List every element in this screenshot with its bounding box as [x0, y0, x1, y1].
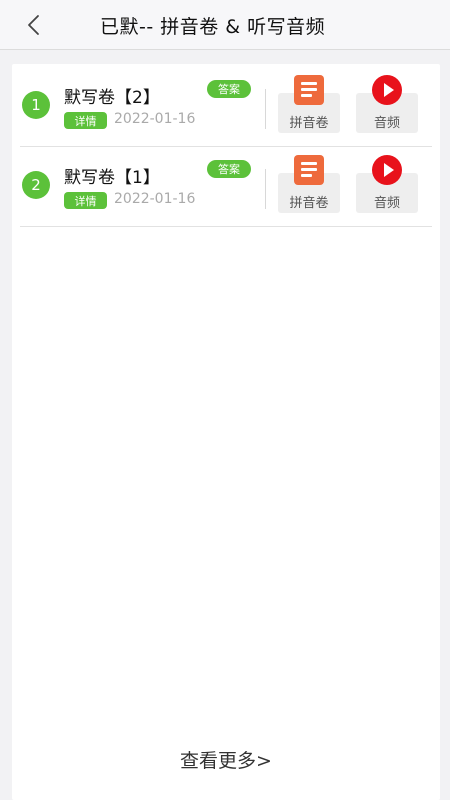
play-icon: [372, 155, 402, 185]
document-icon: [294, 75, 324, 105]
back-button[interactable]: [18, 10, 48, 40]
page-title: 已默-- 拼音卷 & 听写音频: [100, 16, 326, 38]
list-item[interactable]: 2 默写卷【1】 答案 详情 2022-01-16 拼音卷 音频: [20, 147, 432, 227]
pinyin-paper-label: 拼音卷: [289, 196, 329, 211]
answer-badge[interactable]: 答案: [207, 160, 251, 178]
item-date: 2022-01-16: [114, 191, 196, 207]
item-title[interactable]: 默写卷【1】: [64, 163, 160, 188]
play-icon: [372, 75, 402, 105]
top-bar: 已默-- 拼音卷 & 听写音频: [0, 0, 450, 50]
list-item[interactable]: 1 默写卷【2】 答案 详情 2022-01-16 拼音卷 音频: [20, 67, 432, 147]
detail-badge[interactable]: 详情: [64, 192, 107, 209]
view-more-link[interactable]: 查看更多>: [12, 746, 440, 773]
document-icon: [294, 155, 324, 185]
audio-label: 音频: [373, 196, 400, 211]
pinyin-paper-label: 拼音卷: [289, 116, 329, 131]
divider: [265, 89, 266, 129]
item-title[interactable]: 默写卷【2】: [64, 83, 160, 108]
pinyin-paper-button[interactable]: 拼音卷: [278, 155, 340, 213]
chevron-left-icon: [28, 15, 39, 35]
item-number: 1: [22, 91, 50, 119]
detail-badge[interactable]: 详情: [64, 112, 107, 129]
item-number: 2: [22, 171, 50, 199]
audio-button[interactable]: 音频: [356, 75, 418, 133]
content-panel: 1 默写卷【2】 答案 详情 2022-01-16 拼音卷 音频 2 默写卷【1…: [12, 64, 440, 800]
item-date: 2022-01-16: [114, 111, 196, 127]
divider: [265, 169, 266, 209]
audio-label: 音频: [373, 116, 400, 131]
answer-badge[interactable]: 答案: [207, 80, 251, 98]
pinyin-paper-button[interactable]: 拼音卷: [278, 75, 340, 133]
audio-button[interactable]: 音频: [356, 155, 418, 213]
